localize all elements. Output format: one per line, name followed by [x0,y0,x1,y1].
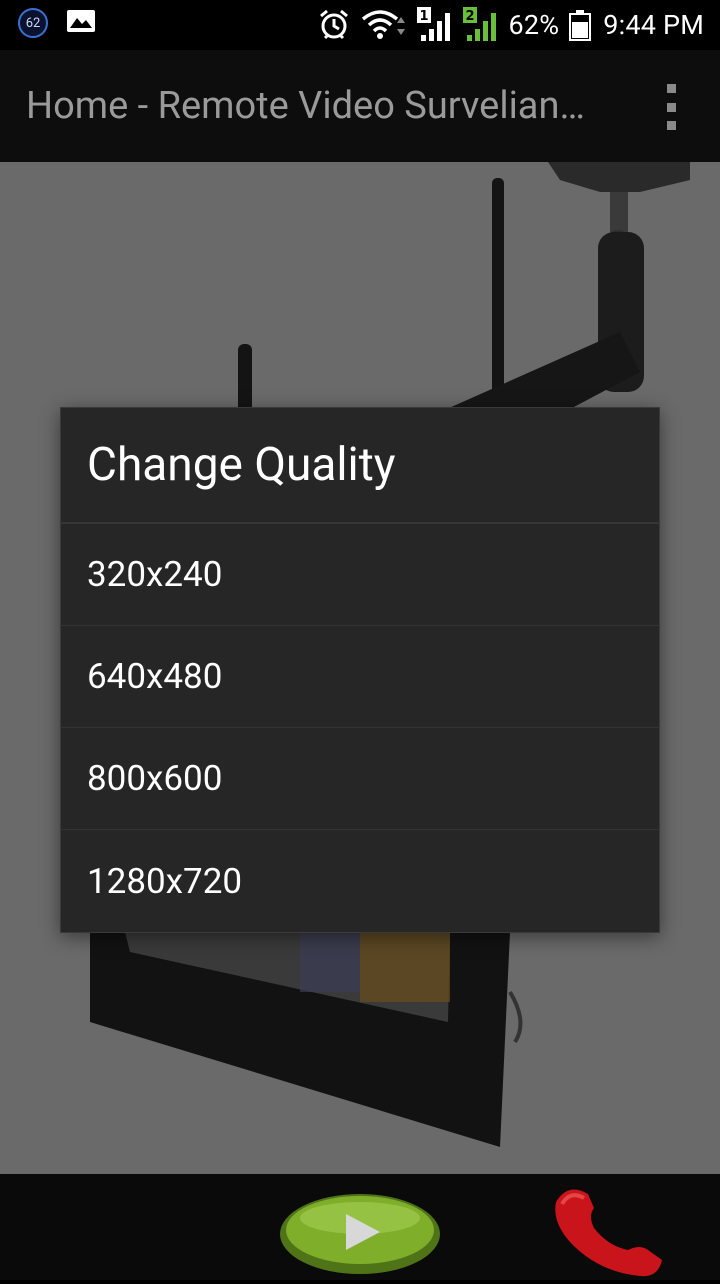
signal-sim1-icon: 1 [416,7,453,43]
play-icon [280,1194,440,1274]
battery-percent: 62% [508,9,560,41]
more-dot [666,84,676,93]
clock: 9:44 PM [603,9,704,41]
hangup-button[interactable] [548,1182,678,1280]
bottom-control-bar [0,1174,720,1280]
more-dot [666,102,676,112]
quality-option-1280x720[interactable]: 1280x720 [61,830,659,932]
status-bar: 62 1 2 62% 9:44 PM [0,0,720,50]
play-button[interactable] [278,1188,442,1276]
status-left-icons: 62 [18,8,96,38]
app-title: Home - Remote Video Survelian… [26,84,585,128]
signal-sim2-icon: 2 [462,7,499,43]
quality-option-320x240[interactable]: 320x240 [61,524,659,626]
gallery-icon [66,9,96,37]
svg-text:1: 1 [419,9,428,24]
app-bar: Home - Remote Video Survelian… [0,50,720,162]
dialog-title: Change Quality [61,408,659,524]
quality-option-800x600[interactable]: 800x600 [61,728,659,830]
quality-option-640x480[interactable]: 640x480 [61,626,659,728]
battery-icon [569,9,593,41]
alarm-icon [317,8,351,42]
notification-count: 62 [25,15,41,31]
change-quality-dialog: Change Quality 320x240 640x480 800x600 1… [60,407,660,933]
more-dot [666,121,676,130]
wifi-icon [361,9,407,41]
more-vert-icon[interactable] [662,84,680,130]
svg-text:2: 2 [465,9,474,24]
phone-hangup-icon [555,1189,662,1277]
notification-count-icon: 62 [18,8,48,38]
status-right-icons: 1 2 62% 9:44 PM [317,0,705,50]
